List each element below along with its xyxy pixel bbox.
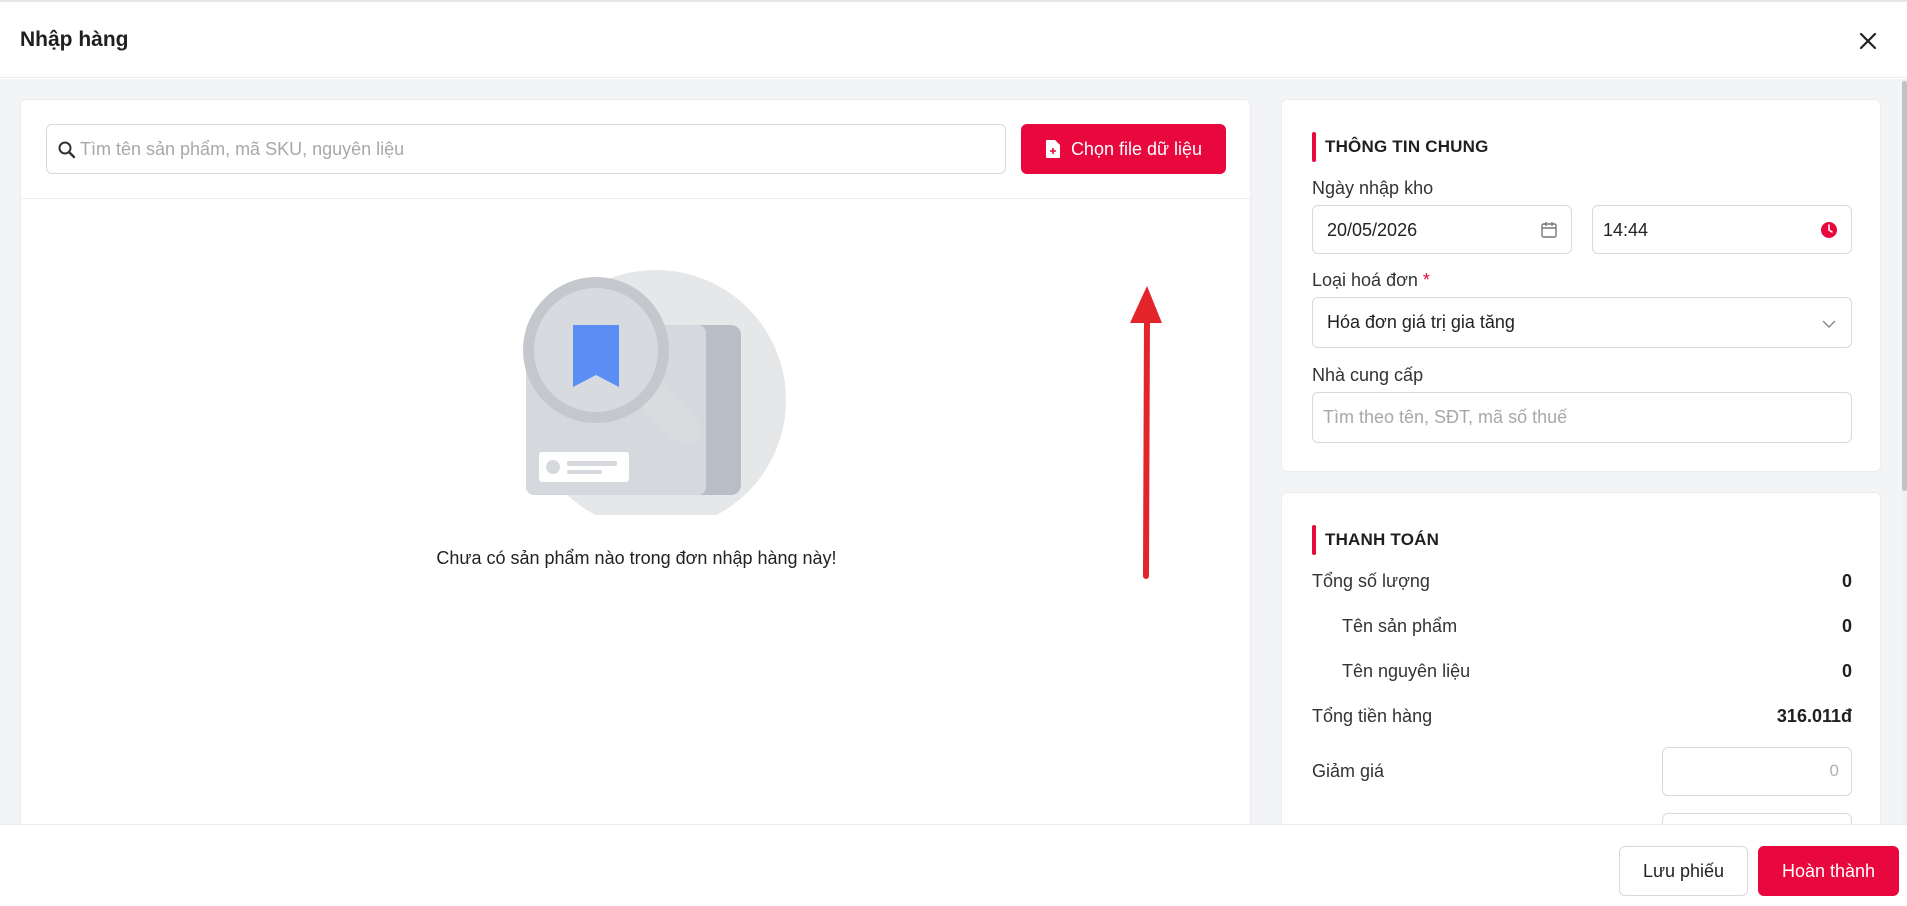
clock-icon	[1821, 222, 1837, 238]
choose-file-label: Chọn file dữ liệu	[1070, 138, 1203, 159]
invoice-type-select[interactable]: Hóa đơn giá trị gia tăng	[1312, 297, 1852, 348]
discount-label: Giảm giá	[1312, 761, 1385, 781]
discount-input[interactable]: 0	[1662, 747, 1852, 796]
time-value: 14:44	[1603, 220, 1649, 240]
file-icon	[1045, 140, 1060, 158]
choose-file-button[interactable]: Chọn file dữ liệu	[1021, 124, 1226, 174]
total-quantity-value: 0	[1841, 571, 1852, 591]
supplier-placeholder: Tìm theo tên, SĐT, mã số thuế	[1323, 407, 1568, 427]
date-value: 20/05/2026	[1327, 220, 1418, 240]
total-amount-label: Tổng tiền hàng	[1312, 706, 1433, 726]
date-field[interactable]: 20/05/2026	[1312, 205, 1572, 254]
invoice-type-label-text: Loại hoá đơn	[1312, 270, 1418, 290]
material-count-label: Tên nguyên liệu	[1342, 661, 1471, 681]
payment-section-title: THANH TOÁN	[1312, 525, 1439, 555]
supplier-label: Nhà cung cấp	[1312, 365, 1424, 385]
complete-button[interactable]: Hoàn thành	[1758, 846, 1899, 896]
empty-box-illustration	[523, 270, 786, 515]
page-title: Nhập hàng	[20, 28, 129, 51]
empty-message: Chưa có sản phẩm nào trong đơn nhập hàng…	[436, 548, 837, 568]
modal-header: Nhập hàng	[0, 2, 1907, 78]
next-input-partial[interactable]	[1662, 813, 1852, 824]
material-count-value: 0	[1841, 661, 1852, 681]
general-section-title: THÔNG TIN CHUNG	[1312, 132, 1489, 162]
total-quantity-label: Tổng số lượng	[1312, 571, 1430, 591]
up-arrow-annotation	[1130, 286, 1162, 579]
invoice-type-label: Loại hoá đơn *	[1312, 270, 1430, 291]
search-field[interactable]	[46, 124, 1006, 174]
import-date-label: Ngày nhập kho	[1312, 178, 1434, 198]
product-panel: Chọn file dữ liệu Chưa có sản phẩm nào t…	[20, 99, 1251, 824]
modal-body: Chọn file dữ liệu Chưa có sản phẩm nào t…	[0, 79, 1907, 824]
close-button[interactable]	[1853, 26, 1883, 56]
modal-footer: Lưu phiếu Hoàn thành	[0, 824, 1907, 906]
save-draft-button[interactable]: Lưu phiếu	[1619, 846, 1748, 896]
calendar-icon	[1541, 222, 1557, 238]
search-icon	[58, 141, 76, 159]
product-count-label: Tên sản phẩm	[1342, 616, 1458, 636]
payment-card: THANH TOÁN Tổng số lượng 0 Tên sản phẩm …	[1281, 492, 1881, 824]
scrollbar-thumb[interactable]	[1902, 81, 1907, 491]
required-mark: *	[1422, 270, 1430, 290]
search-row: Chọn file dữ liệu	[21, 100, 1250, 199]
supplier-field[interactable]: Tìm theo tên, SĐT, mã số thuế	[1312, 392, 1852, 443]
search-input[interactable]	[80, 125, 995, 173]
time-field[interactable]: 14:44	[1592, 205, 1852, 254]
product-count-value: 0	[1841, 616, 1852, 636]
discount-row: Giảm giá 0	[1312, 747, 1852, 799]
close-icon	[1859, 32, 1877, 50]
chevron-down-icon	[1822, 320, 1836, 328]
total-amount-value: 316.011đ	[1776, 706, 1852, 726]
general-info-card: THÔNG TIN CHUNG Ngày nhập kho 20/05/2026…	[1281, 99, 1881, 472]
invoice-type-value: Hóa đơn giá trị gia tăng	[1327, 312, 1515, 332]
